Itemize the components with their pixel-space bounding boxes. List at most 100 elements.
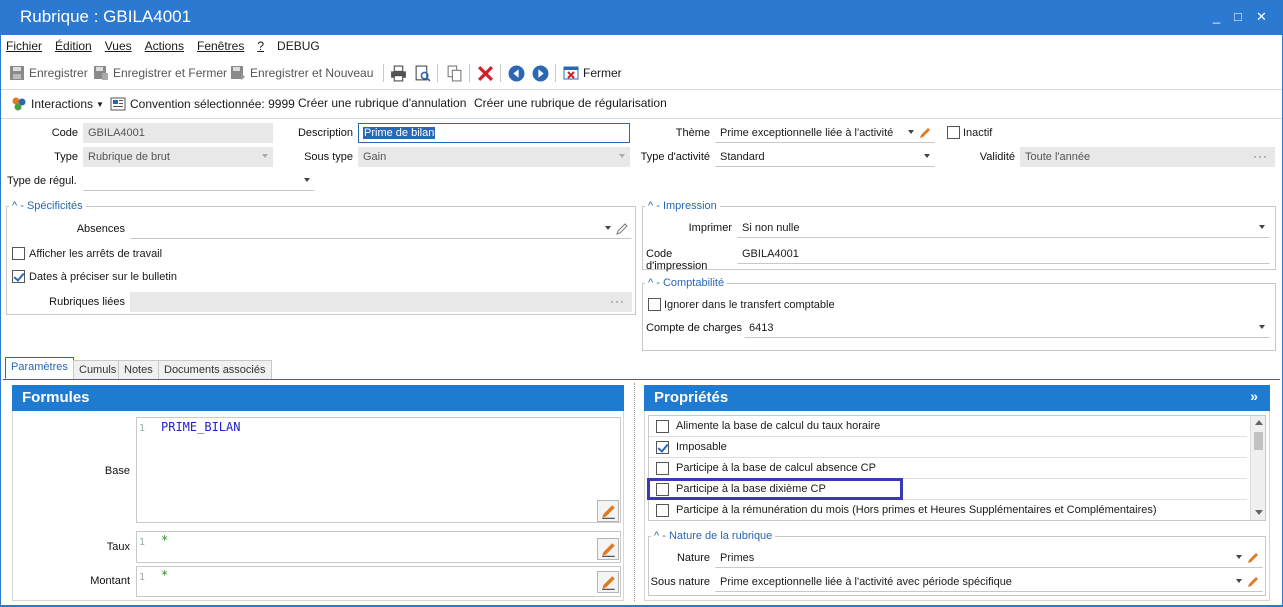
nature-select[interactable]: Primes bbox=[715, 548, 1263, 568]
code-field[interactable]: GBILA4001 bbox=[83, 123, 273, 143]
edit-pencil-icon[interactable] bbox=[1247, 552, 1259, 564]
expand-icon[interactable]: » bbox=[1250, 388, 1258, 404]
subtype-label: Sous type bbox=[304, 151, 353, 163]
regul-select[interactable] bbox=[83, 171, 315, 191]
save-close-button[interactable]: Enregistrer et Fermer bbox=[93, 65, 227, 81]
create-regul-link[interactable]: Créer une rubrique de régularisation bbox=[474, 96, 667, 110]
chevron-down-icon bbox=[304, 178, 310, 182]
close-button[interactable]: Fermer bbox=[563, 65, 622, 81]
properties-list: Alimente la base de calcul du taux horai… bbox=[648, 415, 1266, 521]
title-bar: Rubrique : GBILA4001 _ □ ✕ bbox=[0, 0, 1283, 35]
scroll-up-icon[interactable] bbox=[1255, 420, 1263, 425]
activity-select[interactable]: Standard bbox=[715, 147, 935, 167]
scroll-thumb[interactable] bbox=[1254, 432, 1263, 450]
list-item[interactable]: Alimente la base de calcul du taux horai… bbox=[649, 416, 1247, 437]
type-select[interactable]: Rubrique de brut bbox=[83, 147, 273, 167]
property-checkbox[interactable] bbox=[656, 420, 669, 433]
edit-pencil-icon bbox=[602, 543, 615, 557]
menu-fichier[interactable]: Fichier bbox=[6, 39, 42, 53]
edit-base-button[interactable] bbox=[597, 500, 619, 522]
base-editor[interactable]: 1 PRIME_BILAN bbox=[136, 417, 621, 523]
montant-editor[interactable]: 1 * bbox=[136, 566, 621, 597]
show-stops-checkbox[interactable] bbox=[12, 247, 25, 260]
collapse-caret-icon: ^ bbox=[648, 277, 654, 289]
chevron-down-icon bbox=[262, 154, 268, 158]
menu-actions[interactable]: Actions bbox=[145, 39, 184, 53]
menu-help[interactable]: ? bbox=[257, 39, 264, 53]
linked-field[interactable]: ··· bbox=[130, 292, 632, 312]
previous-icon[interactable] bbox=[508, 65, 525, 82]
theme-select[interactable]: Prime exceptionnelle liée à l'activité bbox=[715, 123, 935, 143]
property-checkbox[interactable] bbox=[656, 441, 669, 454]
save-new-icon bbox=[231, 66, 245, 80]
validity-field[interactable]: Toute l'année ··· bbox=[1020, 147, 1275, 167]
print-preview-icon[interactable] bbox=[414, 65, 431, 82]
save-new-button[interactable]: Enregistrer et Nouveau bbox=[230, 65, 373, 81]
absences-select[interactable] bbox=[130, 219, 632, 239]
properties-scrollbar[interactable] bbox=[1250, 416, 1265, 520]
print-code-field[interactable]: GBILA4001 bbox=[737, 244, 1270, 264]
list-item[interactable]: Imposable bbox=[649, 437, 1247, 458]
menu-vues[interactable]: Vues bbox=[105, 39, 132, 53]
create-cancel-link[interactable]: Créer une rubrique d'annulation bbox=[298, 96, 466, 110]
comptabilite-header[interactable]: ^ - Comptabilité bbox=[645, 277, 728, 289]
menu-edition[interactable]: Édition bbox=[55, 39, 92, 53]
edit-taux-button[interactable] bbox=[597, 538, 619, 560]
close-window-button[interactable]: ✕ bbox=[1256, 9, 1267, 25]
list-item[interactable]: Participe à la base de calcul absence CP bbox=[649, 458, 1247, 479]
toolbar-separator bbox=[469, 64, 470, 82]
tab-cumuls[interactable]: Cumuls bbox=[73, 360, 123, 380]
list-item[interactable]: Participe à la rémunération du mois (Hor… bbox=[649, 500, 1247, 520]
specificites-header[interactable]: ^ - Spécificités bbox=[9, 200, 86, 212]
inactive-checkbox[interactable] bbox=[947, 126, 960, 139]
tab-parametres[interactable]: Paramètres bbox=[5, 357, 74, 379]
formules-header: Formules bbox=[12, 385, 624, 411]
save-button[interactable]: Enregistrer bbox=[9, 65, 88, 81]
absences-label: Absences bbox=[76, 223, 125, 235]
account-select[interactable]: 6413 bbox=[744, 318, 1270, 338]
property-checkbox[interactable] bbox=[656, 504, 669, 517]
chevron-down-icon bbox=[924, 154, 930, 158]
property-checkbox[interactable] bbox=[656, 462, 669, 475]
linked-label: Rubriques liées bbox=[49, 296, 125, 308]
tab-documents[interactable]: Documents associés bbox=[158, 360, 272, 380]
maximize-button[interactable]: □ bbox=[1234, 9, 1242, 24]
subnature-select[interactable]: Prime exceptionnelle liée à l'activité a… bbox=[715, 572, 1263, 592]
description-field[interactable]: Prime de bilan bbox=[358, 123, 630, 143]
menu-bar: Fichier Édition Vues Actions Fenêtres? DEBUG bbox=[6, 39, 333, 55]
toolbar-separator bbox=[555, 64, 556, 82]
print-select[interactable]: Si non nulle bbox=[737, 218, 1270, 238]
panel-splitter[interactable] bbox=[634, 383, 636, 601]
convention-button[interactable]: Convention sélectionnée: 9999 bbox=[110, 96, 295, 112]
taux-editor[interactable]: 1 * bbox=[136, 531, 621, 563]
ignore-transfer-checkbox[interactable] bbox=[648, 298, 661, 311]
dates-bulletin-checkbox[interactable] bbox=[12, 270, 25, 283]
convention-icon bbox=[110, 97, 126, 111]
regul-label: Type de régul. bbox=[7, 175, 77, 187]
chevron-down-icon: ▼ bbox=[96, 99, 104, 109]
collapse-caret-icon: ^ bbox=[654, 530, 660, 542]
scroll-down-icon[interactable] bbox=[1255, 510, 1263, 515]
code-label: Code bbox=[51, 127, 78, 139]
print-icon[interactable] bbox=[390, 65, 407, 82]
save-close-icon bbox=[94, 66, 108, 80]
subnature-label: Sous nature bbox=[650, 576, 710, 588]
collapse-caret-icon: ^ bbox=[648, 200, 654, 212]
edit-montant-button[interactable] bbox=[597, 571, 619, 593]
edit-pencil-icon[interactable] bbox=[616, 223, 628, 235]
toolbar-separator bbox=[500, 64, 501, 82]
tab-notes[interactable]: Notes bbox=[118, 360, 159, 380]
menu-fenetres[interactable]: Fenêtres bbox=[197, 39, 244, 53]
nature-header[interactable]: ^ - Nature de la rubrique bbox=[651, 530, 776, 542]
delete-icon[interactable] bbox=[477, 65, 494, 82]
ignore-transfer-label: Ignorer dans le transfert comptable bbox=[664, 299, 835, 311]
interactions-dropdown[interactable]: Interactions ▼ bbox=[11, 96, 104, 112]
copy-icon[interactable] bbox=[446, 65, 463, 82]
edit-pencil-icon[interactable] bbox=[1247, 576, 1259, 588]
impression-header[interactable]: ^ - Impression bbox=[645, 200, 720, 212]
minimize-button[interactable]: _ bbox=[1213, 9, 1220, 24]
edit-pencil-icon[interactable] bbox=[919, 127, 931, 139]
menu-debug[interactable]: DEBUG bbox=[277, 39, 320, 53]
next-icon[interactable] bbox=[532, 65, 549, 82]
subtype-select[interactable]: Gain bbox=[358, 147, 630, 167]
